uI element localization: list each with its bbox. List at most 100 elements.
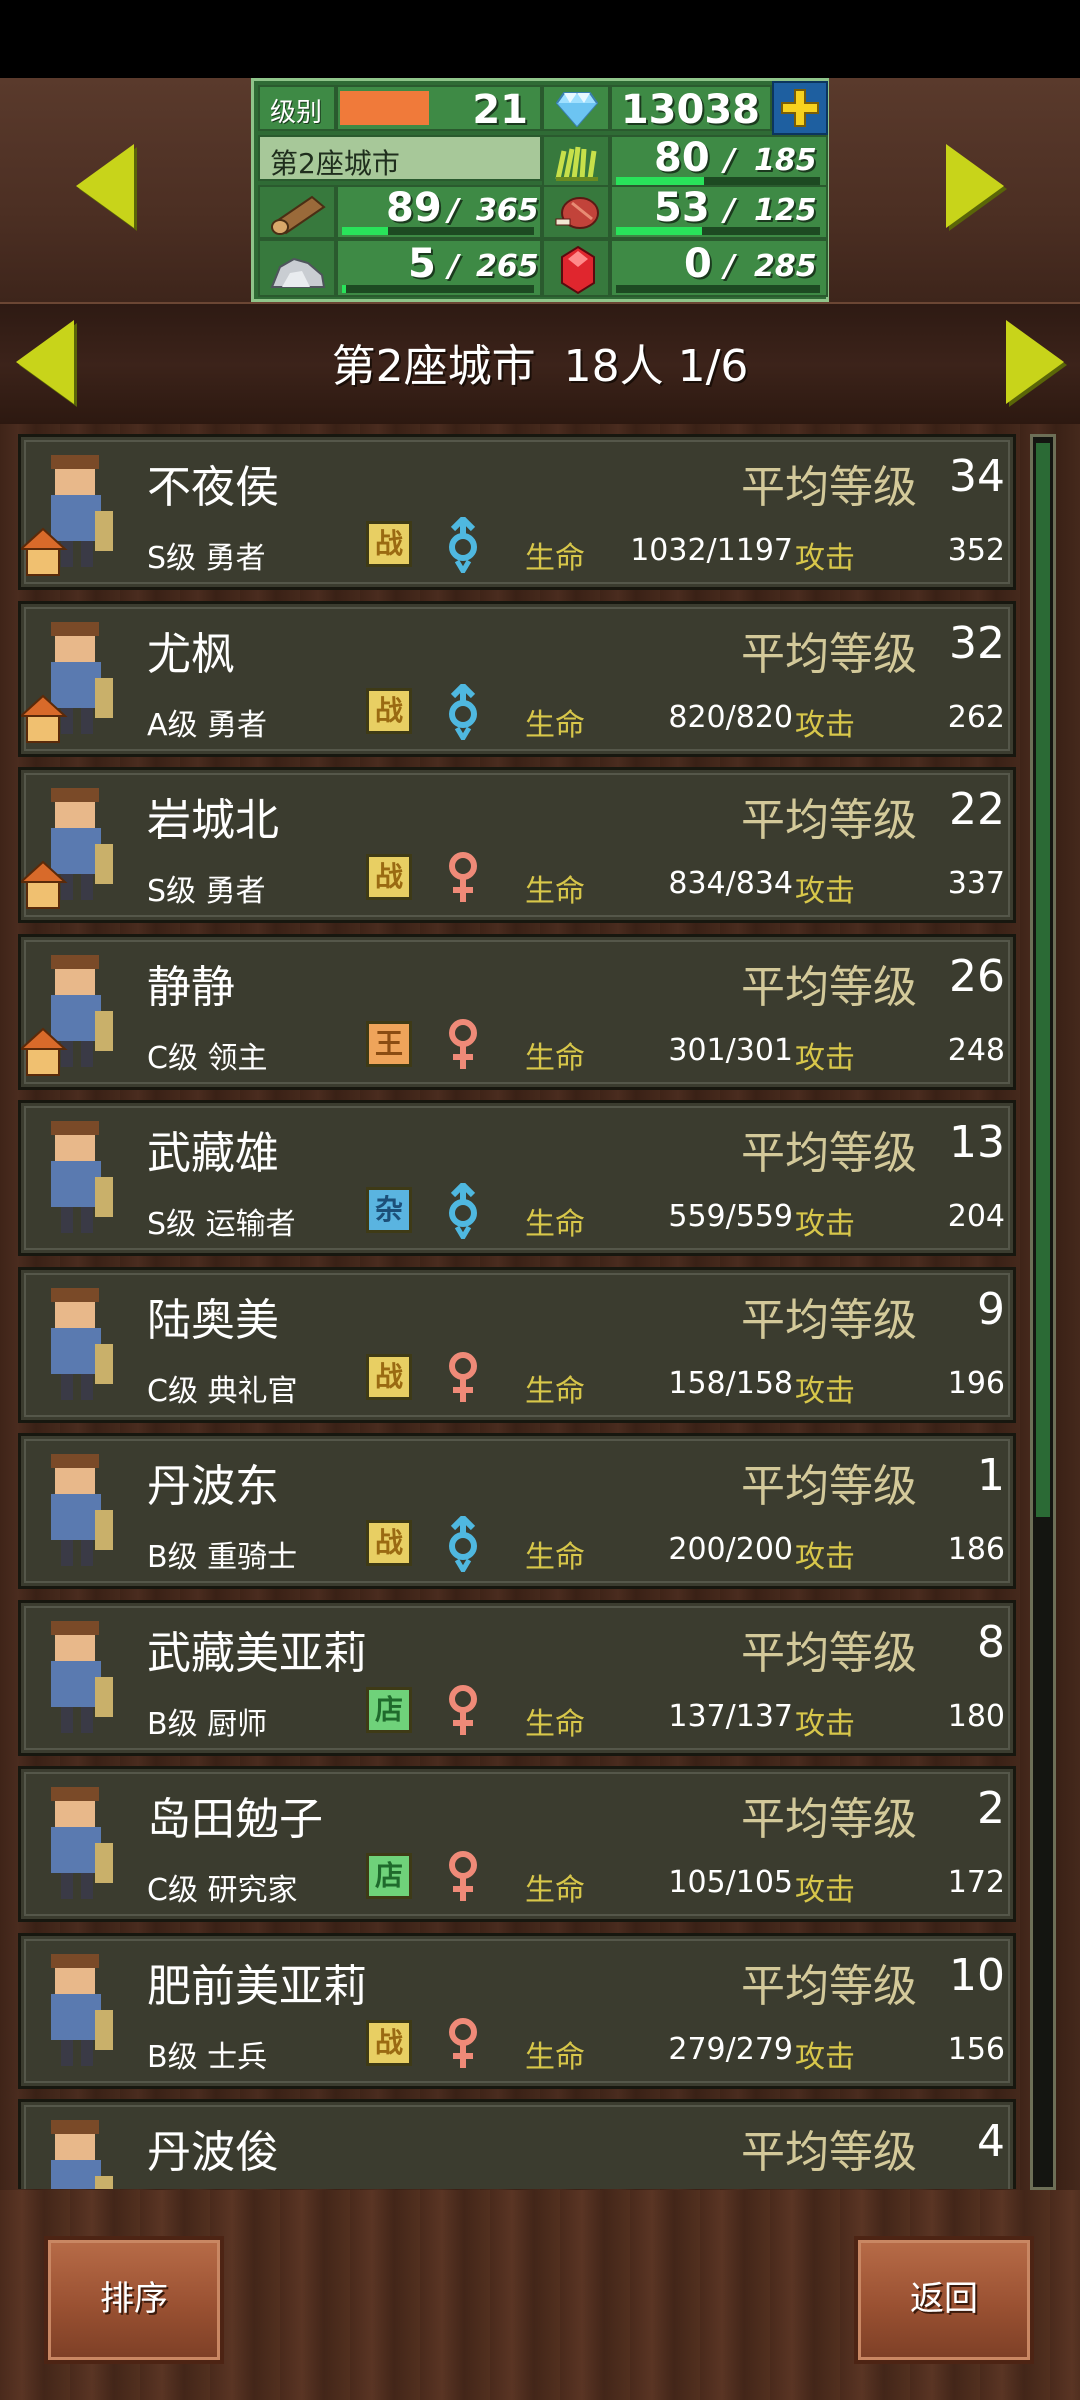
resident-level: 32	[949, 618, 1005, 669]
job-type-badge: 战	[366, 1520, 412, 1566]
hp-label: 生命	[525, 1207, 585, 1242]
hp-label: 生命	[525, 541, 585, 576]
resident-rank-job: S级 勇者	[147, 541, 266, 576]
ruby-bar	[616, 285, 820, 293]
resident-rank-job: B级 厨师	[147, 1707, 268, 1742]
hp-label: 生命	[525, 2040, 585, 2075]
resident-row[interactable]: 静静 平均等级 26 C级 领主 王 生命 301/301 攻击 248	[18, 934, 1016, 1090]
job-type-badge: 战	[366, 1354, 412, 1400]
ruby-icon-cell	[542, 239, 610, 297]
resident-list[interactable]: 不夜侯 平均等级 34 S级 勇者战生命 1032/1197 攻击 352 尤枫 平均等级 32 A…	[18, 434, 1016, 2189]
resident-attack: 248	[947, 1033, 1005, 1068]
hp-label: 生命	[525, 1873, 585, 1908]
job-type-badge: 杂	[366, 1187, 412, 1233]
resident-hp: 279/279	[668, 2032, 793, 2067]
resident-rank-job: B级 士兵	[147, 2040, 268, 2075]
resident-row[interactable]: 丹波俊 平均等级 4	[18, 2099, 1016, 2189]
meat-separator: /	[724, 193, 735, 228]
food-icon-cell	[542, 135, 610, 189]
resident-row[interactable]: 丹波东 平均等级 1 B级 重骑士 战 生命 200/200 攻击 186	[18, 1433, 1016, 1589]
resident-row[interactable]: 岩城北 平均等级 22 S级 勇者 战 生命 834/834 攻击 337	[18, 767, 1016, 923]
resident-row[interactable]: 不夜侯 平均等级 34 S级 勇者 战 生命 1032/1197 攻击 352	[18, 434, 1016, 590]
next-city-arrow-icon[interactable]	[946, 144, 1004, 228]
job-type-badge: 战	[366, 854, 412, 900]
resident-row[interactable]: 陆奥美 平均等级 9 C级 典礼官 战 生命 158/158 攻击 196	[18, 1267, 1016, 1423]
character-portrait-icon	[21, 788, 113, 909]
scrollbar[interactable]	[1030, 434, 1056, 2190]
stone-bar-fill	[342, 285, 346, 293]
resident-level: 22	[949, 784, 1005, 835]
resident-name: 丹波东	[147, 1461, 279, 1512]
male-icon	[443, 681, 483, 743]
title-count: 18人	[563, 341, 664, 392]
food-bar-fill	[616, 177, 704, 185]
resident-attack: 204	[947, 1199, 1005, 1234]
food-separator: /	[724, 143, 735, 178]
resident-row[interactable]: 肥前美亚莉 平均等级 10 B级 士兵 战 生命 279/279 攻击 156	[18, 1933, 1016, 2089]
attack-label: 攻击	[795, 874, 855, 909]
ruby-cell: 0 / 285	[610, 239, 828, 297]
hp-label: 生命	[525, 1041, 585, 1076]
sort-button[interactable]: 排序	[44, 2236, 224, 2364]
back-button[interactable]: 返回	[854, 2236, 1034, 2364]
resident-level: 13	[949, 1117, 1005, 1168]
resident-attack: 186	[947, 1532, 1005, 1567]
stone-cell: 5 / 265	[336, 239, 542, 297]
avg-level-label: 平均等级	[741, 2127, 917, 2178]
resident-hp: 137/137	[668, 1699, 793, 1734]
resident-name: 陆奥美	[147, 1295, 279, 1346]
job-type-badge: 战	[366, 2020, 412, 2066]
hp-label: 生命	[525, 1707, 585, 1742]
avg-level-label: 平均等级	[741, 795, 917, 846]
character-portrait-icon	[51, 2120, 113, 2189]
avg-level-label: 平均等级	[741, 1961, 917, 2012]
resident-hp: 105/105	[668, 1865, 793, 1900]
prev-city-arrow-icon[interactable]	[76, 144, 134, 228]
meat-cap: 125	[754, 193, 817, 228]
diamond-icon	[556, 92, 598, 127]
ruby-value: 0	[684, 241, 712, 287]
add-gems-button[interactable]	[772, 81, 828, 135]
attack-label: 攻击	[795, 1873, 855, 1908]
resident-level: 10	[949, 1950, 1005, 2001]
resident-row[interactable]: 尤枫 平均等级 32 A级 勇者 战 生命 820/820 攻击 262	[18, 601, 1016, 757]
avg-level-label: 平均等级	[741, 962, 917, 1013]
food-cap: 185	[754, 143, 817, 178]
female-icon	[443, 2016, 483, 2072]
resident-attack: 262	[947, 700, 1005, 735]
job-type-badge: 店	[366, 1687, 412, 1733]
ruby-separator: /	[724, 249, 735, 284]
resident-row[interactable]: 武藏美亚莉 平均等级 8 B级 厨师 店 生命 137/137 攻击 180	[18, 1600, 1016, 1756]
resident-level: 9	[977, 1284, 1005, 1335]
resident-rank-job: S级 运输者	[147, 1207, 296, 1242]
log-icon	[271, 195, 326, 235]
resident-attack: 352	[947, 533, 1005, 568]
resident-row[interactable]: 岛田勉子 平均等级 2 C级 研究家 店 生命 105/105 攻击 172	[18, 1766, 1016, 1922]
level-value: 21	[472, 87, 528, 133]
resident-rank-job: S级 勇者	[147, 874, 266, 909]
resident-rank-job: A级 勇者	[147, 708, 268, 743]
resident-hp: 158/158	[668, 1366, 793, 1401]
resident-name: 肥前美亚莉	[147, 1961, 367, 2012]
character-portrait-icon	[21, 622, 113, 743]
character-portrait-icon	[51, 1288, 113, 1400]
character-portrait-icon	[21, 955, 113, 1076]
food-bar	[616, 177, 820, 185]
wood-bar	[342, 227, 534, 235]
resident-attack: 156	[947, 2032, 1005, 2067]
resident-name: 武藏美亚莉	[147, 1628, 367, 1679]
level-label-cell: 级别	[258, 85, 336, 131]
avg-level-label: 平均等级	[741, 1128, 917, 1179]
job-type-badge: 战	[366, 688, 412, 734]
scrollbar-thumb[interactable]	[1036, 443, 1050, 1517]
resident-hp: 1032/1197	[630, 533, 793, 568]
resident-row[interactable]: 武藏雄 平均等级 13 S级 运输者 杂 生命 559/559 攻击 204	[18, 1100, 1016, 1256]
hp-label: 生命	[525, 708, 585, 743]
female-icon	[443, 1683, 483, 1739]
city-name-cell: 第2座城市	[258, 135, 542, 181]
avg-level-label: 平均等级	[741, 1794, 917, 1845]
avg-level-label: 平均等级	[741, 1295, 917, 1346]
resident-rank-job: C级 领主	[147, 1041, 268, 1076]
attack-label: 攻击	[795, 1707, 855, 1742]
resident-level: 8	[977, 1617, 1005, 1668]
